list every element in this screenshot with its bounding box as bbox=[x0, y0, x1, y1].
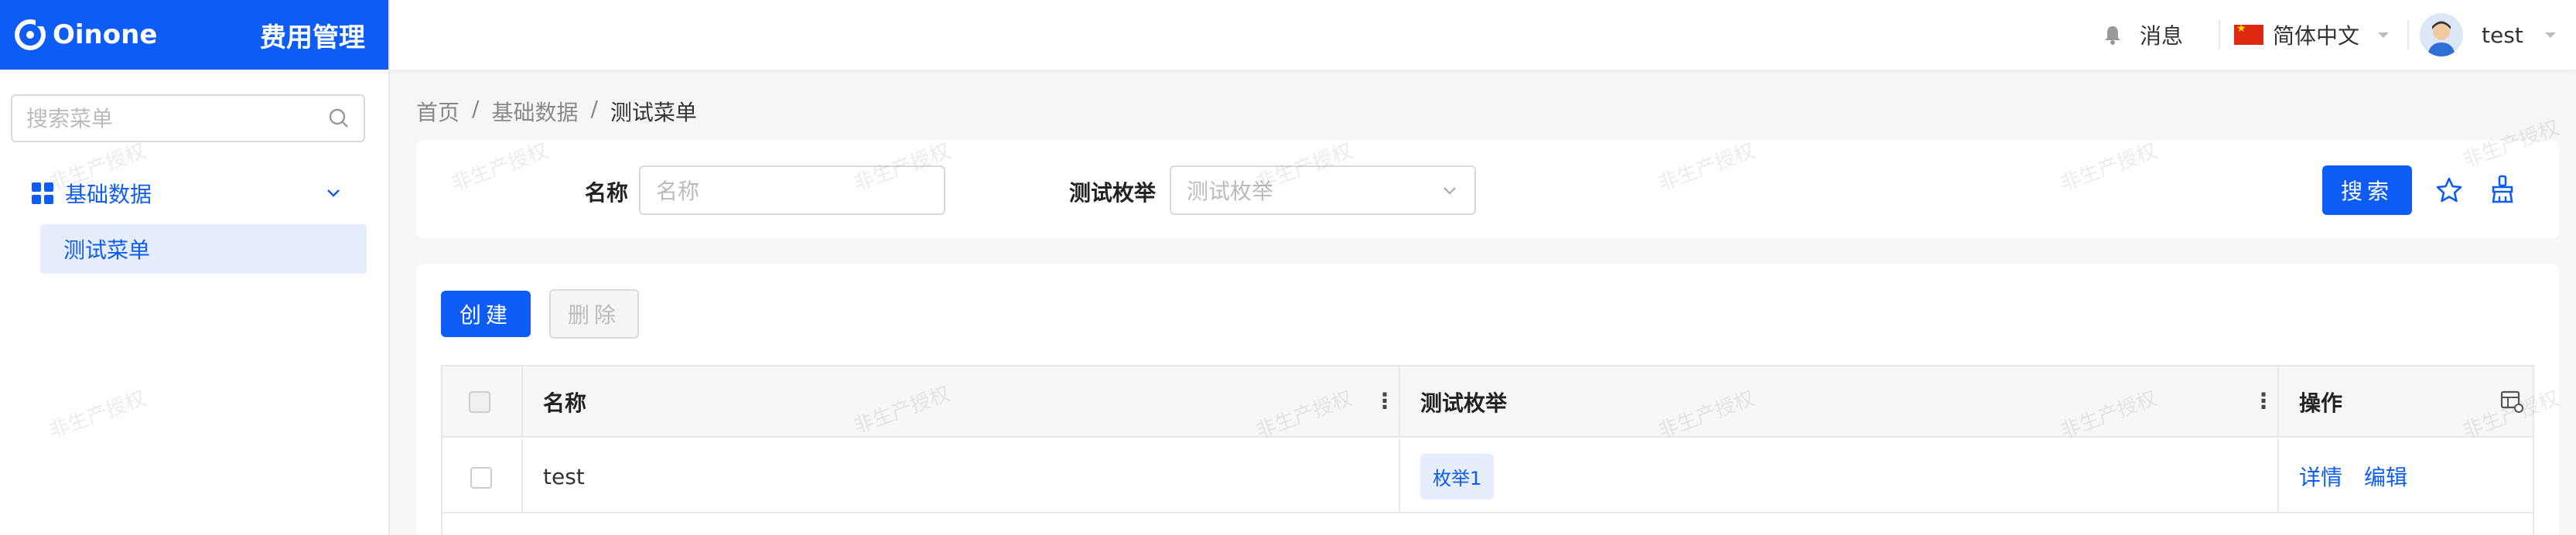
table-header: 名称 ⋮ 测试枚举 ⋮ 操作 bbox=[442, 366, 2533, 438]
search-icon[interactable] bbox=[328, 107, 350, 129]
brand-name: Oinone bbox=[53, 19, 158, 50]
column-menu-icon[interactable]: ⋮ bbox=[1374, 388, 1396, 414]
chevron-down-icon bbox=[1443, 187, 1456, 195]
data-table: 名称 ⋮ 测试枚举 ⋮ 操作 test 枚举1 详情 编辑 bbox=[441, 365, 2534, 535]
divider bbox=[2407, 20, 2409, 49]
grid-icon bbox=[32, 182, 53, 204]
column-header-name[interactable]: 名称 bbox=[543, 366, 586, 438]
search-button[interactable]: 搜索 bbox=[2322, 165, 2412, 215]
column-divider bbox=[2277, 366, 2279, 436]
user-name: test bbox=[2482, 22, 2523, 48]
breadcrumb-separator: / bbox=[472, 96, 480, 121]
column-divider bbox=[2277, 439, 2279, 512]
enum-filter-placeholder: 测试枚举 bbox=[1187, 179, 1274, 204]
messages-button[interactable]: 消息 bbox=[2101, 0, 2183, 70]
enum-filter-select[interactable]: 测试枚举 bbox=[1170, 165, 1476, 215]
column-header-actions: 操作 bbox=[2299, 390, 2343, 416]
breadcrumb-current: 测试菜单 bbox=[610, 100, 697, 125]
enum-tag: 枚举1 bbox=[1420, 453, 1495, 499]
language-selector[interactable]: 简体中文 bbox=[2234, 0, 2392, 70]
star-icon[interactable] bbox=[2435, 176, 2463, 204]
breadcrumb: 首页 / 基础数据 / 测试菜单 bbox=[416, 96, 697, 127]
caret-down-icon bbox=[2378, 32, 2390, 38]
name-filter-placeholder: 名称 bbox=[656, 179, 700, 204]
name-filter-label: 名称 bbox=[585, 180, 629, 206]
detail-link[interactable]: 详情 bbox=[2299, 461, 2342, 492]
table-row[interactable]: test 枚举1 详情 编辑 bbox=[442, 439, 2533, 513]
menu-group-basic-data[interactable]: 基础数据 bbox=[31, 176, 340, 210]
oinone-logo-icon bbox=[15, 19, 46, 50]
menu-search-field[interactable] bbox=[11, 94, 365, 142]
create-button-label: 创建 bbox=[459, 302, 512, 328]
breadcrumb-separator: / bbox=[590, 96, 598, 121]
column-divider bbox=[521, 366, 523, 436]
sidebar: Oinone 费用管理 基础数据 测试菜单 bbox=[0, 0, 390, 535]
breadcrumb-home[interactable]: 首页 bbox=[416, 96, 460, 127]
avatar bbox=[2420, 13, 2463, 56]
column-divider bbox=[1399, 366, 1400, 436]
menu-group-label: 基础数据 bbox=[65, 182, 152, 207]
language-label: 简体中文 bbox=[2273, 23, 2360, 49]
cell-enum: 枚举1 bbox=[1420, 439, 1495, 513]
name-filter-input[interactable]: 名称 bbox=[639, 165, 945, 215]
edit-link[interactable]: 编辑 bbox=[2364, 461, 2407, 492]
clear-brush-icon[interactable] bbox=[2489, 175, 2516, 204]
menu-search-input[interactable] bbox=[26, 105, 328, 131]
bell-icon bbox=[2105, 26, 2120, 45]
brand-bar: Oinone 费用管理 bbox=[0, 0, 388, 70]
search-button-label: 搜索 bbox=[2340, 179, 2393, 204]
column-divider bbox=[1399, 439, 1400, 512]
row-checkbox[interactable] bbox=[470, 467, 492, 489]
user-avatar-icon bbox=[2420, 13, 2463, 56]
caret-down-icon bbox=[2544, 32, 2556, 38]
column-settings-icon[interactable] bbox=[2500, 390, 2525, 414]
breadcrumb-basic-data[interactable]: 基础数据 bbox=[491, 96, 578, 127]
sidebar-item-label: 测试菜单 bbox=[63, 237, 151, 263]
divider bbox=[2219, 20, 2220, 49]
cell-name: test bbox=[543, 463, 585, 489]
cell-actions: 详情 编辑 bbox=[2299, 439, 2429, 513]
column-divider bbox=[521, 439, 523, 512]
chevron-down-icon[interactable] bbox=[323, 182, 343, 203]
column-header-enum[interactable]: 测试枚举 bbox=[1420, 366, 1507, 438]
china-flag-icon bbox=[2234, 22, 2263, 45]
create-button[interactable]: 创建 bbox=[441, 291, 531, 337]
enum-filter-label: 测试枚举 bbox=[1069, 180, 1156, 206]
delete-button-label: 删除 bbox=[567, 302, 620, 328]
select-all-checkbox[interactable] bbox=[469, 391, 490, 413]
user-menu[interactable]: test bbox=[2420, 0, 2559, 70]
delete-button[interactable]: 删除 bbox=[549, 289, 639, 339]
column-menu-icon[interactable]: ⋮ bbox=[2253, 388, 2274, 414]
messages-label: 消息 bbox=[2140, 23, 2184, 49]
module-title: 费用管理 bbox=[260, 22, 365, 53]
brand-logo[interactable]: Oinone bbox=[12, 17, 157, 53]
sidebar-item-test-menu[interactable]: 测试菜单 bbox=[40, 224, 367, 274]
